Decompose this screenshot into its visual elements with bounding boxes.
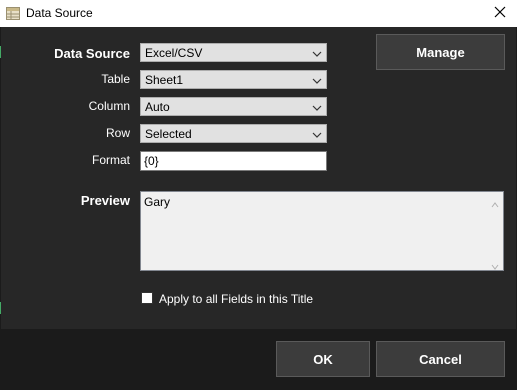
table-label: Table — [101, 72, 130, 86]
manage-button[interactable]: Manage — [376, 34, 505, 70]
row-value: Selected — [145, 127, 192, 141]
manage-button-label: Manage — [416, 44, 465, 60]
scroll-down-icon[interactable] — [491, 259, 499, 270]
cancel-button[interactable]: Cancel — [376, 341, 505, 377]
window-edge-accent — [0, 46, 1, 58]
apply-all-checkbox[interactable] — [141, 292, 153, 304]
table-dropdown[interactable]: Sheet1 — [140, 70, 327, 89]
preview-label: Preview — [80, 193, 130, 208]
column-label: Column — [88, 99, 130, 113]
data-source-icon — [6, 7, 20, 20]
apply-all-label[interactable]: Apply to all Fields in this Title — [159, 292, 313, 306]
format-label: Format — [91, 153, 130, 167]
chevron-down-icon — [312, 102, 322, 112]
chevron-down-icon — [312, 48, 322, 58]
row-dropdown[interactable]: Selected — [140, 124, 327, 143]
cancel-button-label: Cancel — [419, 351, 462, 367]
table-value: Sheet1 — [145, 73, 184, 87]
ok-button-label: OK — [313, 351, 333, 367]
chevron-down-icon — [312, 129, 322, 139]
row-label: Row — [105, 126, 130, 140]
column-dropdown[interactable]: Auto — [140, 97, 327, 116]
chevron-down-icon — [312, 75, 322, 85]
close-icon — [494, 6, 506, 21]
format-input[interactable]: {0} — [140, 151, 327, 171]
data-source-dropdown[interactable]: Excel/CSV — [140, 43, 327, 62]
scroll-up-icon[interactable] — [491, 197, 499, 208]
window-title: Data Source — [26, 6, 93, 20]
preview-value: Gary — [144, 195, 171, 209]
title-bar: Data Source — [0, 0, 517, 27]
window-edge-accent — [0, 302, 1, 314]
preview-textarea[interactable]: Gary — [140, 191, 504, 271]
ok-button[interactable]: OK — [276, 341, 370, 377]
close-button[interactable] — [483, 0, 517, 27]
data-source-label: Data Source — [54, 46, 130, 61]
preview-scrollbar[interactable] — [486, 192, 503, 270]
data-source-value: Excel/CSV — [145, 46, 203, 60]
format-value: {0} — [144, 154, 159, 168]
column-value: Auto — [145, 100, 170, 114]
